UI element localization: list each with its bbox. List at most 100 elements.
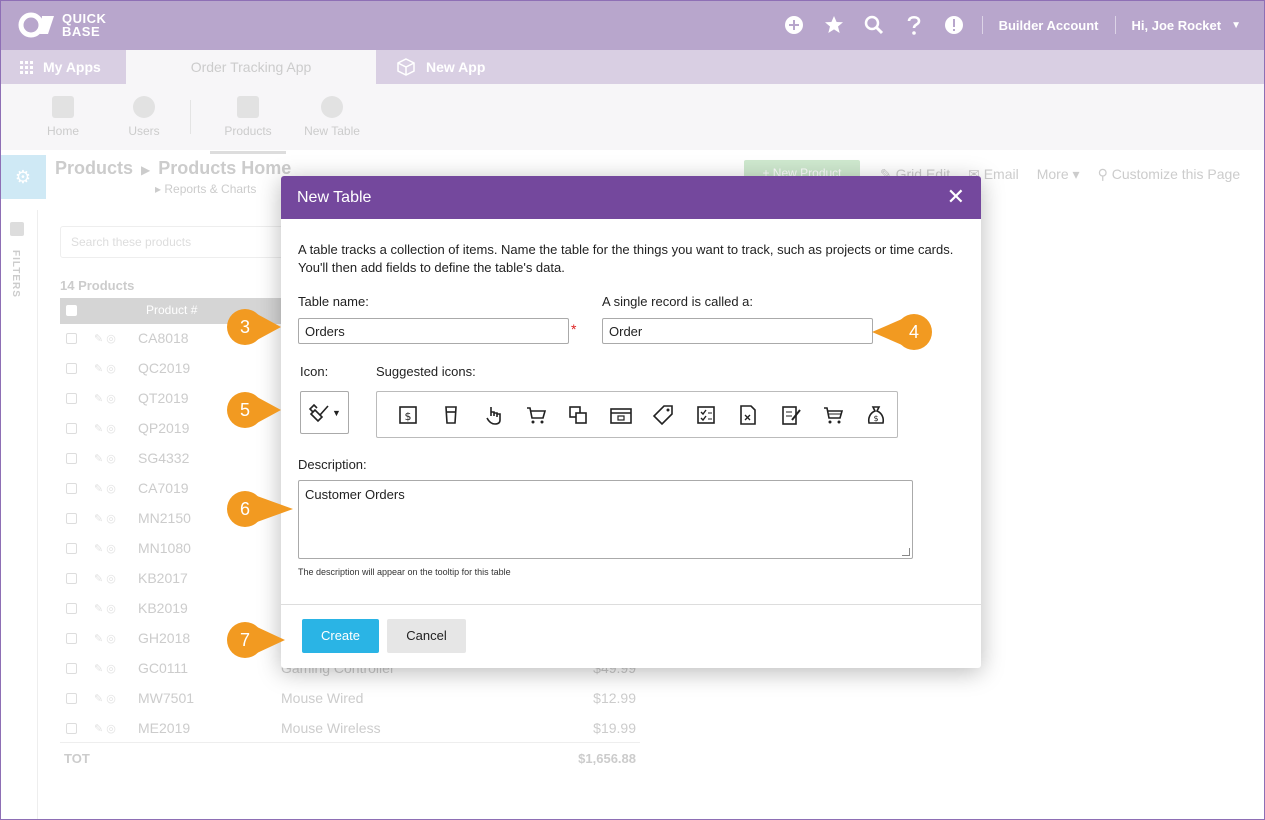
star-icon[interactable] <box>814 0 854 50</box>
row-edit-view-icons[interactable]: ✎ ◎ <box>94 482 116 495</box>
row-checkbox[interactable] <box>66 543 77 554</box>
table-name-input[interactable]: Orders <box>298 318 569 344</box>
row-checkbox[interactable] <box>66 603 77 614</box>
breadcrumb: Products ▶ Products Home <box>55 158 291 179</box>
user-menu[interactable]: Hi, Joe Rocket <box>1124 18 1230 33</box>
table-row[interactable]: ✎ ◎ MW7501 Mouse Wired $12.99 <box>60 684 640 714</box>
row-checkbox[interactable] <box>66 363 77 374</box>
more-button[interactable]: More ▾ <box>1037 166 1080 183</box>
row-edit-view-icons[interactable]: ✎ ◎ <box>94 422 116 435</box>
select-all-checkbox[interactable] <box>66 305 77 316</box>
table-name-label: Table name: <box>298 294 369 309</box>
close-icon[interactable]: ✕ <box>947 186 965 208</box>
product-code: MN1080 <box>138 540 191 556</box>
top-bar: QUICK BASE Builder Account Hi, Joe Rocke… <box>0 0 1265 50</box>
page-settings-gear-icon[interactable]: ⚙ <box>0 155 46 199</box>
reports-charts-link[interactable]: ▸ Reports & Charts <box>155 182 256 196</box>
dialog-header: New Table ✕ <box>281 176 981 219</box>
table-nav-new-table[interactable]: New Table <box>297 92 367 138</box>
row-checkbox[interactable] <box>66 693 77 704</box>
row-checkbox[interactable] <box>66 723 77 734</box>
apps-grid-icon <box>20 60 33 74</box>
row-checkbox[interactable] <box>66 663 77 674</box>
full-cart-icon[interactable] <box>812 400 855 430</box>
row-edit-view-icons[interactable]: ✎ ◎ <box>94 512 116 525</box>
row-checkbox[interactable] <box>66 423 77 434</box>
table-nav-users[interactable]: Users <box>109 92 179 138</box>
row-edit-view-icons[interactable]: ✎ ◎ <box>94 662 116 675</box>
total-value: $1,656.88 <box>578 751 636 766</box>
product-code: SG4332 <box>138 450 190 466</box>
row-edit-view-icons[interactable]: ✎ ◎ <box>94 392 116 405</box>
product-code: KB2017 <box>138 570 188 586</box>
row-edit-view-icons[interactable]: ✎ ◎ <box>94 692 116 705</box>
cancel-button[interactable]: Cancel <box>387 619 466 653</box>
table-row[interactable]: ✎ ◎ ME2019 Mouse Wireless $19.99 <box>60 714 640 744</box>
row-edit-view-icons[interactable]: ✎ ◎ <box>94 632 116 645</box>
receipt-icon[interactable]: $ <box>387 400 430 430</box>
bill-icon[interactable] <box>557 400 600 430</box>
svg-text:$: $ <box>405 410 412 423</box>
icon-label: Icon: <box>300 364 329 379</box>
checklist-icon[interactable] <box>685 400 728 430</box>
row-checkbox[interactable] <box>66 633 77 644</box>
row-checkbox[interactable] <box>66 453 77 464</box>
row-edit-view-icons[interactable]: ✎ ◎ <box>94 362 116 375</box>
money-bag-icon[interactable]: $ <box>855 400 898 430</box>
expand-filters-icon[interactable] <box>10 222 24 236</box>
app-tab-order-tracking[interactable]: Order Tracking App <box>126 50 376 84</box>
description-label: Description: <box>298 457 367 472</box>
icon-picker[interactable]: ▼ <box>300 391 349 434</box>
row-edit-view-icons[interactable]: ✎ ◎ <box>94 542 116 555</box>
add-icon[interactable] <box>774 0 814 50</box>
breadcrumb-root[interactable]: Products <box>55 158 133 178</box>
row-edit-view-icons[interactable]: ✎ ◎ <box>94 602 116 615</box>
table-nav-products[interactable]: Products <box>210 92 286 154</box>
add-icon <box>321 96 343 118</box>
register-icon[interactable] <box>600 400 643 430</box>
pointer-hand-icon[interactable] <box>472 400 515 430</box>
tag-icon[interactable] <box>642 400 685 430</box>
alert-icon[interactable] <box>934 0 974 50</box>
row-checkbox[interactable] <box>66 483 77 494</box>
cart-icon[interactable] <box>515 400 558 430</box>
record-name-label: A single record is called a: <box>602 294 754 309</box>
column-header-product[interactable]: Product # <box>146 303 197 317</box>
customize-page-button[interactable]: ⚲ Customize this Page <box>1098 166 1241 183</box>
row-edit-view-icons[interactable]: ✎ ◎ <box>94 572 116 585</box>
row-checkbox[interactable] <box>66 573 77 584</box>
create-button[interactable]: Create <box>302 619 379 653</box>
table-nav-label: New Table <box>304 124 360 138</box>
row-edit-view-icons[interactable]: ✎ ◎ <box>94 452 116 465</box>
my-apps-tab[interactable]: My Apps <box>20 50 101 84</box>
suggested-icons-list: $ $ <box>376 391 898 438</box>
builder-account-link[interactable]: Builder Account <box>991 18 1107 33</box>
tape-measure-icon <box>308 403 329 422</box>
row-checkbox[interactable] <box>66 333 77 344</box>
search-icon[interactable] <box>854 0 894 50</box>
row-checkbox[interactable] <box>66 513 77 524</box>
breadcrumb-arrow-icon: ▶ <box>141 163 151 177</box>
spreadsheet-icon[interactable] <box>727 400 770 430</box>
description-value: Customer Orders <box>305 487 405 502</box>
cup-icon[interactable] <box>430 400 473 430</box>
divider <box>1114 16 1116 34</box>
search-products-input[interactable]: Search these products <box>60 226 300 258</box>
record-name-input[interactable]: Order <box>602 318 873 344</box>
description-textarea[interactable]: Customer Orders <box>298 480 913 559</box>
table-nav-label: Users <box>128 124 160 138</box>
new-app-tab[interactable]: New App <box>396 50 485 84</box>
row-edit-view-icons[interactable]: ✎ ◎ <box>94 722 116 735</box>
filters-label[interactable]: FILTERS <box>10 250 21 298</box>
product-name: Mouse Wireless <box>281 720 381 736</box>
resize-handle-icon[interactable] <box>902 548 910 556</box>
help-icon[interactable] <box>894 0 934 50</box>
table-nav-home[interactable]: Home <box>28 92 98 138</box>
quickbase-logo[interactable]: QUICK BASE <box>18 12 106 38</box>
row-edit-view-icons[interactable]: ✎ ◎ <box>94 332 116 345</box>
notepad-icon[interactable] <box>770 400 813 430</box>
row-checkbox[interactable] <box>66 393 77 404</box>
chevron-down-icon: ▼ <box>332 407 341 418</box>
chevron-down-icon[interactable]: ▼ <box>1231 20 1241 31</box>
product-code: QT2019 <box>138 390 189 406</box>
